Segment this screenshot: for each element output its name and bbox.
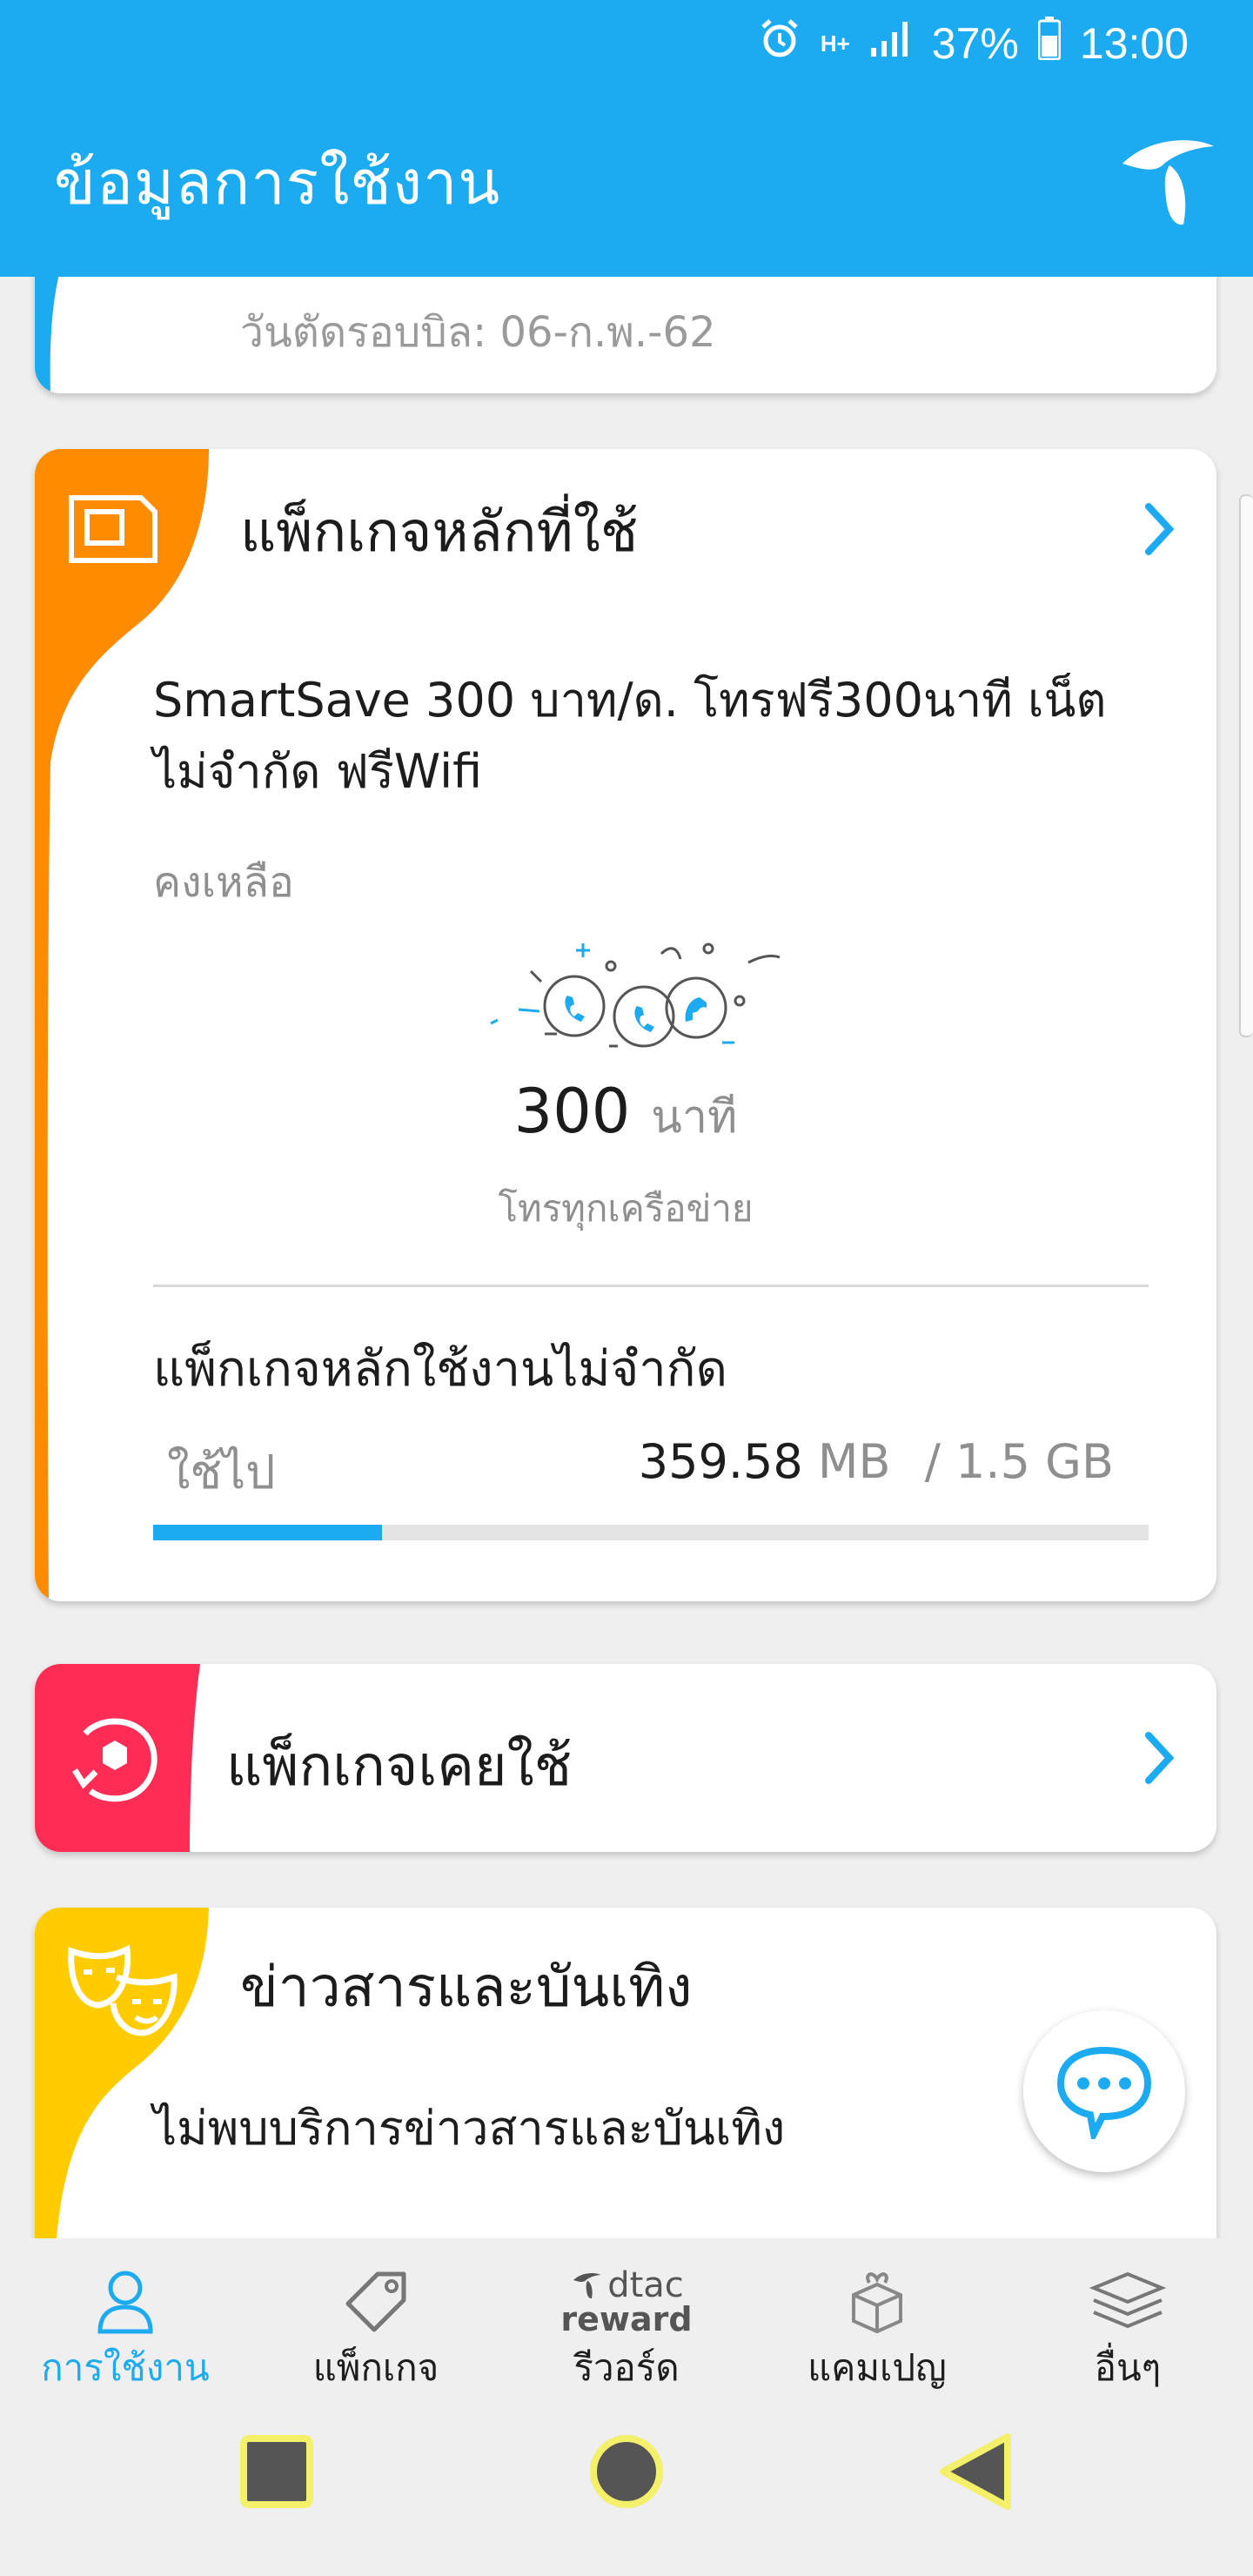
nav-reward[interactable]: dtac reward รีวอร์ด [501, 2238, 752, 2397]
news-title: ข่าวสารและบันเทิง [240, 1955, 693, 2020]
theater-mask-icon [66, 1942, 179, 2050]
unlimited-package-title: แพ็กเกจหลักใช้งานไม่จำกัด [153, 1341, 727, 1398]
nav-campaign[interactable]: แคมเปญ [752, 2238, 1002, 2397]
dtac-reward-logo: dtac reward [501, 2263, 752, 2341]
nav-more-label: อื่นๆ [1094, 2346, 1162, 2389]
recent-apps-button[interactable] [235, 2430, 318, 2517]
used-amount: 359.58 [638, 1434, 803, 1489]
minutes-unit: นาที [651, 1091, 738, 1144]
main-package-title: แพ็กเกจหลักที่ใช้ [240, 500, 639, 565]
nav-packages[interactable]: แพ็กเกจ [251, 2238, 501, 2397]
page-title: ข้อมูลการใช้งาน [54, 147, 501, 218]
nav-more[interactable]: อื่นๆ [1002, 2238, 1253, 2397]
back-button[interactable] [935, 2430, 1018, 2517]
scrollbar[interactable] [1239, 494, 1253, 1037]
home-button[interactable] [585, 2430, 668, 2517]
bill-card: วันตัดรอบบิล: 06-ก.พ.-62 [35, 277, 1216, 393]
chat-bubble-icon [1056, 2046, 1152, 2139]
data-usage-progress-bar [153, 1525, 1149, 1540]
quota-total: / 1.5 GB [924, 1434, 1114, 1489]
main-package-chevron-right-icon[interactable] [1142, 501, 1176, 560]
system-nav-bar [0, 2397, 1253, 2576]
news-empty-text: ไม่พบบริการข่าวสารและบันเทิง [153, 2101, 786, 2156]
past-package-chevron-right-icon[interactable] [1142, 1730, 1176, 1789]
network-type: H+ [820, 30, 850, 57]
tag-icon [251, 2263, 501, 2341]
chat-button[interactable] [1023, 2010, 1185, 2172]
reward-logo-line1: dtac [607, 2265, 684, 2305]
past-package-card[interactable]: แพ็กเกจเคยใช้ [35, 1664, 1216, 1852]
data-usage-value: 359.58 MB / 1.5 GB [639, 1434, 1114, 1489]
app-header: ข้อมูลการใช้งาน [0, 87, 1253, 277]
main-package-card: แพ็กเกจหลักที่ใช้ SmartSave 300 บาท/ด. โ… [35, 449, 1216, 1601]
sim-card-icon [68, 494, 158, 567]
bill-card-accent [35, 277, 59, 393]
network-label: โทรทุกเครือข่าย [498, 1187, 754, 1230]
data-usage-progress-fill [153, 1525, 383, 1540]
reward-logo-line2: reward [560, 2300, 693, 2338]
square-icon [240, 2435, 313, 2508]
nav-reward-label: รีวอร์ด [573, 2346, 680, 2389]
used-label: ใช้ไป [167, 1445, 276, 1499]
nav-packages-label: แพ็กเกจ [312, 2346, 439, 2389]
nav-campaign-label: แคมเปญ [807, 2346, 947, 2389]
gift-box-icon [752, 2263, 1002, 2341]
status-bar: H+ 37% 13:00 [0, 0, 1253, 87]
past-package-title: แพ็กเกจเคยใช้ [226, 1734, 573, 1799]
used-unit: MB [817, 1434, 891, 1489]
divider [153, 1285, 1149, 1287]
dtac-logo [1114, 129, 1218, 237]
package-name: SmartSave 300 บาท/ด. โทรฟรี300นาที เน็ต … [153, 673, 1107, 799]
stack-icon [1002, 2263, 1253, 2341]
alarm-icon [758, 17, 801, 70]
bill-cutoff-date: วันตัดรอบบิล: 06-ก.พ.-62 [240, 308, 716, 357]
main-package-accent [35, 449, 209, 1601]
user-icon [0, 2263, 251, 2341]
clock: 13:00 [1079, 19, 1189, 68]
battery-icon [1037, 17, 1062, 70]
minutes-remaining: 300 นาที [35, 1076, 1216, 1152]
battery-percent: 37% [931, 19, 1019, 68]
nav-usage[interactable]: การใช้งาน [0, 2238, 251, 2397]
history-box-icon [64, 1709, 162, 1810]
nav-usage-label: การใช้งาน [41, 2346, 210, 2389]
bottom-nav: การใช้งาน แพ็กเกจ dtac reward รีวอร์ด แค… [0, 2238, 1253, 2397]
phone-calls-illustration-icon [487, 936, 818, 1062]
remaining-label: คงเหลือ [153, 858, 294, 907]
minutes-value: 300 [513, 1076, 631, 1147]
content-scroll-area[interactable]: วันตัดรอบบิล: 06-ก.พ.-62 แพ็กเกจหลักที่ใ… [0, 277, 1253, 2238]
circle-icon [590, 2435, 663, 2508]
back-triangle-icon [940, 2433, 1011, 2510]
signal-icon [869, 18, 913, 69]
